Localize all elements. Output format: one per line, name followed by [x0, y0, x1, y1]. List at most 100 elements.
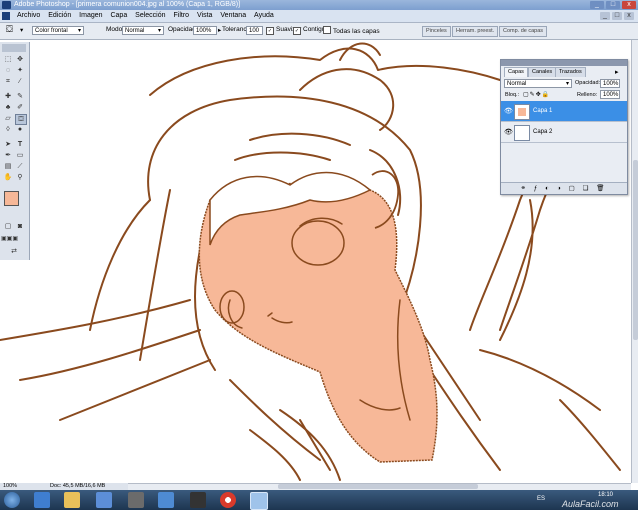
pen-tool-icon[interactable]: ✒ — [3, 151, 13, 160]
layer-row-capa-2[interactable]: 👁 Capa 2 — [501, 122, 627, 143]
layer-thumbnail — [514, 125, 530, 141]
media-taskbar-icon[interactable] — [96, 492, 112, 508]
workspace-tab-comp-capas[interactable]: Comp. de capas — [499, 26, 548, 37]
tool-preset-arrow-icon[interactable]: ▾ — [20, 26, 23, 34]
layer-blend-mode-value: Normal — [507, 81, 527, 87]
menu-ayuda[interactable]: Ayuda — [251, 10, 277, 22]
toolbox-grip[interactable] — [2, 44, 26, 52]
watermark: AulaFacil.com — [562, 499, 619, 509]
chrome-taskbar-icon[interactable] — [220, 492, 236, 508]
contiguous-check-icon: ✓ — [293, 27, 301, 35]
language-indicator[interactable]: ES — [537, 496, 545, 502]
minimize-button[interactable]: _ — [590, 1, 604, 9]
paint-bucket-icon[interactable]: ⛋ — [6, 24, 13, 35]
taskbar: ES 18:10 AulaFacil.com — [0, 490, 638, 510]
layer-name: Capa 2 — [533, 129, 553, 135]
tab-capas[interactable]: Capas — [504, 67, 528, 77]
layer-blend-mode-select[interactable]: Normal ▾ — [504, 79, 572, 88]
lock-icons[interactable]: ▢✎✥🔒 — [523, 91, 550, 98]
layer-row-capa-1[interactable]: 👁 Capa 1 — [501, 101, 627, 122]
layer-visibility-eye-icon[interactable]: 👁 — [504, 107, 513, 115]
blur-tool-icon[interactable]: ◊ — [3, 125, 13, 134]
layer-thumbnail — [514, 104, 530, 120]
move-tool-icon[interactable]: ✥ — [15, 55, 25, 64]
opacity-field[interactable]: 100% — [193, 26, 217, 35]
photoshop-taskbar-icon[interactable] — [250, 492, 268, 510]
all-layers-checkbox[interactable]: Todas las capas — [323, 26, 380, 35]
crop-tool-icon[interactable]: ⌗ — [3, 77, 13, 86]
layer-visibility-eye-icon[interactable]: 👁 — [504, 128, 513, 136]
opacity-arrow-icon[interactable]: ▸ — [218, 26, 221, 34]
tolerance-field[interactable]: 100 — [246, 26, 263, 35]
app-taskbar-icon[interactable] — [128, 492, 144, 508]
menu-filtro[interactable]: Filtro — [170, 10, 192, 22]
vertical-scrollbar[interactable] — [631, 40, 638, 483]
maximize-button[interactable]: □ — [606, 1, 620, 9]
start-button-icon[interactable] — [4, 492, 20, 508]
menu-ventana[interactable]: Ventana — [217, 10, 249, 22]
marquee-tool-icon[interactable]: ⬚ — [3, 55, 13, 64]
ps-menu-icon[interactable] — [2, 12, 10, 20]
eraser-tool-icon[interactable]: ▱ — [3, 114, 13, 123]
all-layers-check-icon — [323, 26, 331, 34]
quick-mask-icon[interactable]: ◙ — [15, 222, 25, 231]
opacity-value: 100% — [196, 28, 212, 34]
fill-source-select[interactable]: Color frontal ▾ — [32, 26, 84, 35]
brush-tool-icon[interactable]: ✎ — [15, 92, 25, 101]
workspace-tab-herramientas[interactable]: Herram. preest. — [452, 26, 499, 37]
menu-edicion[interactable]: Edición — [45, 10, 74, 22]
menu-capa[interactable]: Capa — [107, 10, 130, 22]
doc-close-button[interactable]: x — [624, 12, 634, 20]
layer-opacity-field[interactable]: 100% — [600, 79, 620, 88]
antialias-check-icon: ✓ — [266, 27, 274, 35]
menu-vista[interactable]: Vista — [194, 10, 215, 22]
menu-seleccion[interactable]: Selección — [132, 10, 168, 22]
photoshop-icon — [2, 1, 11, 9]
horizontal-scrollbar[interactable] — [128, 483, 631, 490]
type-tool-icon[interactable]: T — [15, 140, 25, 149]
panel-menu-icon[interactable]: ▸ — [615, 68, 619, 76]
messenger-taskbar-icon[interactable] — [158, 492, 174, 508]
shape-tool-icon[interactable]: ▭ — [15, 151, 25, 160]
vertical-scroll-thumb[interactable] — [633, 160, 638, 340]
workspace-tab-pinceles[interactable]: Pinceles — [422, 26, 451, 37]
jump-to-imageready-icon[interactable]: ⇄ — [3, 247, 25, 256]
dodge-tool-icon[interactable]: ● — [15, 125, 25, 134]
doc-minimize-button[interactable]: _ — [600, 12, 610, 20]
history-brush-tool-icon[interactable]: ✐ — [15, 103, 25, 112]
zoom-tool-icon[interactable]: ⚲ — [15, 173, 25, 182]
horizontal-scroll-thumb[interactable] — [278, 484, 478, 489]
layer-fill-value: 100% — [603, 92, 619, 98]
layer-fill-field[interactable]: 100% — [600, 90, 620, 99]
ie-taskbar-icon[interactable] — [34, 492, 50, 508]
notes-tool-icon[interactable]: ▤ — [3, 162, 13, 171]
doc-restore-button[interactable]: □ — [612, 12, 622, 20]
menu-archivo[interactable]: Archivo — [14, 10, 43, 22]
magic-wand-tool-icon[interactable]: ✦ — [15, 66, 25, 75]
close-button[interactable]: x — [622, 1, 636, 9]
healing-brush-tool-icon[interactable]: ✚ — [3, 92, 13, 101]
fill-label: Relleno: — [577, 92, 598, 98]
explorer-taskbar-icon[interactable] — [64, 492, 80, 508]
path-selection-tool-icon[interactable]: ➤ — [3, 140, 13, 149]
standard-mode-icon[interactable]: ▢ — [3, 222, 13, 231]
tab-trazados[interactable]: Trazados — [555, 67, 586, 77]
tab-canales[interactable]: Canales — [528, 67, 557, 77]
foreground-color-swatch[interactable] — [4, 191, 19, 206]
slice-tool-icon[interactable]: ∕ — [15, 77, 25, 86]
layer-actions-bar[interactable]: ⚭ ƒ ◐ ◑ ▢ ❏ 🗑 — [501, 182, 627, 194]
mode-select[interactable]: Normal ▾ — [122, 26, 164, 35]
paint-bucket-tool-icon[interactable]: ⛋ — [15, 114, 27, 125]
tolerance-value: 100 — [249, 28, 260, 34]
clone-stamp-tool-icon[interactable]: ♣ — [3, 103, 13, 112]
title-bar: Adobe Photoshop - [primera comunion004.j… — [0, 0, 638, 10]
window-taskbar-icon[interactable] — [190, 492, 206, 508]
zoom-level[interactable]: 100% — [3, 483, 17, 490]
menu-imagen[interactable]: Imagen — [76, 10, 105, 22]
screen-mode-icons[interactable]: ▣▣▣ — [1, 235, 18, 244]
lasso-tool-icon[interactable]: ◌ — [3, 66, 13, 75]
hand-tool-icon[interactable]: ✋ — [3, 173, 13, 182]
layers-panel-titlebar[interactable] — [501, 60, 627, 66]
eyedropper-tool-icon[interactable]: ⟋ — [15, 162, 25, 171]
clock[interactable]: 18:10 — [598, 492, 613, 498]
